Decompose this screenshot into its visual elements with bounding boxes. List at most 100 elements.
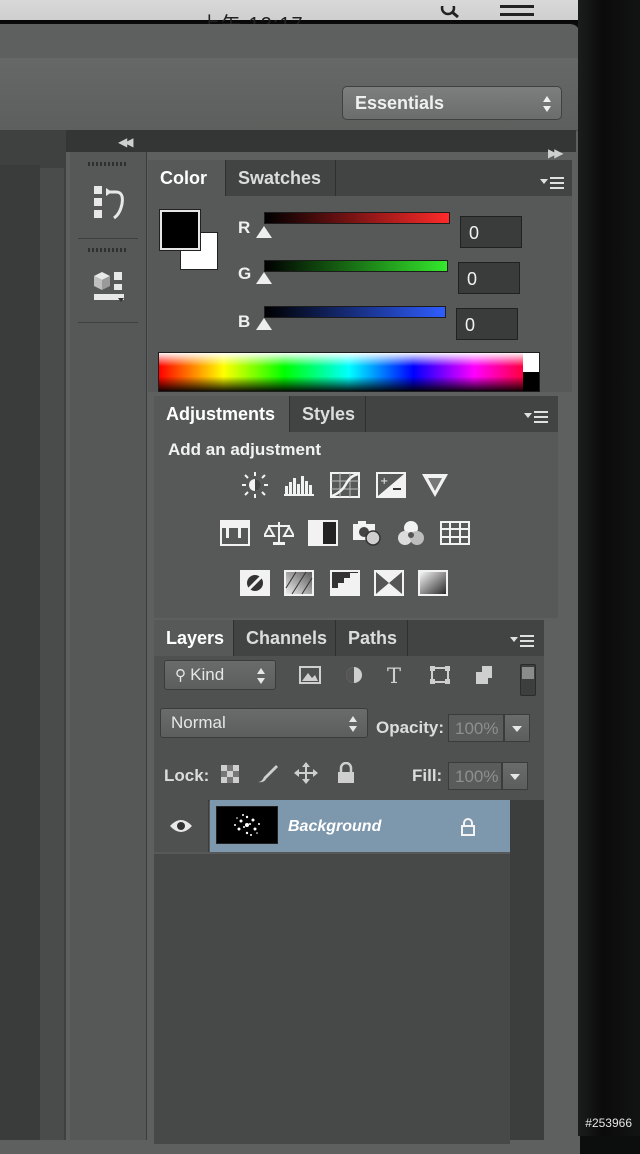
screen-bezel (578, 0, 640, 1136)
filter-kind-label: Kind (190, 665, 225, 684)
invert-icon[interactable] (240, 570, 270, 596)
layer-name[interactable]: Background (288, 818, 381, 836)
lock-label: Lock: (164, 766, 210, 785)
selective-color-icon[interactable] (374, 570, 404, 596)
layer-visibility-toggle[interactable] (154, 800, 209, 852)
foreground-color-swatch[interactable] (159, 209, 201, 251)
watermark: #253966 (585, 1116, 632, 1130)
panel-dock-header (66, 130, 576, 152)
column-grip[interactable] (88, 248, 128, 252)
layer-thumbnail[interactable] (216, 806, 278, 844)
shape-layer-filter-icon[interactable] (428, 664, 452, 686)
blue-slider-thumb[interactable] (256, 318, 272, 330)
color-panel-tabbar: Color Swatches (148, 160, 572, 196)
history-icon (94, 186, 124, 220)
adjustments-panel-tabbar: Adjustments Styles (154, 396, 558, 432)
add-adjustment-heading: Add an adjustment (168, 440, 322, 459)
layers-panel: Layers Channels Paths ⚲ Kind T Normal Op… (154, 620, 544, 1144)
tab-color[interactable]: Color (148, 160, 226, 196)
red-slider-thumb[interactable] (256, 226, 272, 238)
blue-channel-label: B (238, 312, 251, 331)
curves-icon[interactable] (330, 472, 360, 498)
toggle-knob (522, 667, 534, 679)
lock-image-pixels-icon[interactable] (256, 762, 280, 784)
eye-icon (170, 820, 192, 832)
opacity-input[interactable]: 100% (448, 714, 504, 742)
layers-list-empty-area[interactable] (154, 854, 510, 1144)
column-grip[interactable] (88, 162, 128, 166)
blend-mode-label: Normal (171, 713, 226, 732)
svg-text:+: + (380, 476, 388, 487)
vibrance-icon[interactable] (420, 472, 450, 498)
pixel-layer-filter-icon[interactable] (298, 664, 322, 686)
tab-adjustments[interactable]: Adjustments (154, 396, 290, 432)
color-lookup-icon[interactable] (440, 520, 470, 546)
threshold-icon[interactable] (330, 570, 360, 596)
black-white-icon[interactable] (308, 520, 338, 546)
type-layer-filter-icon[interactable]: T (384, 664, 408, 686)
workspace-switcher[interactable]: Essentials (342, 86, 562, 120)
3d-properties-icon (94, 272, 124, 302)
blend-mode-select[interactable]: Normal (160, 708, 368, 738)
adjustments-panel: Adjustments Styles Add an adjustment + (154, 396, 558, 618)
fireworks-thumbnail (234, 814, 260, 836)
levels-icon[interactable] (284, 472, 314, 498)
lock-transparent-pixels-icon[interactable] (218, 762, 242, 784)
collapse-left-icon[interactable]: ◀◀ (118, 135, 134, 149)
workspace-label: Essentials (355, 93, 445, 113)
posterize-icon[interactable] (284, 570, 314, 596)
fill-dropdown-button[interactable] (502, 762, 528, 790)
panel-menu-icon[interactable] (540, 176, 564, 190)
red-slider-track[interactable] (264, 212, 450, 224)
gradient-map-icon[interactable] (418, 570, 448, 596)
smart-object-filter-icon[interactable] (472, 664, 496, 686)
tab-layers[interactable]: Layers (154, 620, 234, 656)
exposure-icon[interactable]: + (376, 472, 406, 498)
green-slider-thumb[interactable] (256, 272, 272, 284)
lock-all-icon[interactable] (334, 762, 358, 784)
filter-toggle-switch[interactable] (520, 664, 536, 696)
search-icon: ⚲ (175, 667, 191, 684)
green-slider-track[interactable] (264, 260, 448, 272)
color-spectrum-ramp[interactable] (158, 352, 540, 392)
history-panel-button[interactable] (78, 174, 138, 239)
list-icon[interactable] (500, 4, 534, 20)
updown-arrows-icon (349, 716, 357, 732)
hue-saturation-icon[interactable] (220, 520, 250, 546)
document-scrollbar[interactable] (40, 168, 64, 1140)
color-balance-icon[interactable] (264, 520, 294, 546)
opacity-label: Opacity: (376, 718, 445, 737)
tab-paths[interactable]: Paths (336, 620, 408, 656)
document-canvas[interactable] (0, 165, 40, 1140)
blue-slider-track[interactable] (264, 306, 446, 318)
tab-styles[interactable]: Styles (290, 396, 366, 432)
svg-text:T: T (387, 664, 401, 686)
lock-position-icon[interactable] (294, 762, 318, 784)
panel-menu-icon[interactable] (510, 634, 534, 648)
collapsed-panel-column (70, 152, 147, 1140)
green-value-input[interactable]: 0 (458, 262, 520, 294)
updown-arrows-icon (543, 96, 551, 112)
panel-menu-icon[interactable] (524, 410, 548, 424)
properties-panel-button[interactable] (78, 258, 138, 323)
lock-icon (461, 818, 475, 836)
black-white-swatch[interactable] (523, 353, 539, 391)
adjustment-layer-filter-icon[interactable] (342, 664, 366, 686)
search-icon[interactable] (440, 6, 460, 18)
channel-mixer-icon[interactable] (396, 520, 426, 546)
collapse-right-icon[interactable]: ▶▶ (548, 146, 564, 160)
red-value-input[interactable]: 0 (460, 216, 522, 248)
tab-channels[interactable]: Channels (234, 620, 336, 656)
red-channel-label: R (238, 218, 251, 237)
chevron-down-icon (510, 774, 520, 780)
filter-kind-select[interactable]: ⚲ Kind (164, 660, 276, 690)
blue-value-input[interactable]: 0 (456, 308, 518, 340)
updown-arrows-icon (257, 668, 265, 684)
opacity-dropdown-button[interactable] (504, 714, 530, 742)
photo-filter-icon[interactable] (352, 520, 382, 546)
green-channel-label: G (238, 264, 252, 283)
tab-swatches[interactable]: Swatches (226, 160, 336, 196)
fill-input[interactable]: 100% (448, 762, 502, 790)
layers-scrollbar[interactable] (510, 800, 544, 1140)
brightness-contrast-icon[interactable] (240, 472, 270, 498)
